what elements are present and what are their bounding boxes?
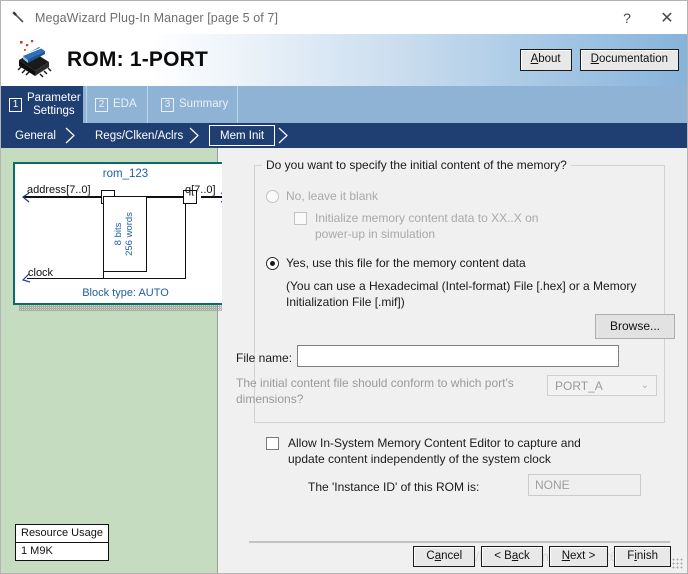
title-bar: MegaWizard Plug-In Manager [page 5 of 7]… — [1, 1, 687, 34]
step-number-2: 2 — [95, 97, 108, 112]
port-select-value: PORT_A — [555, 378, 603, 393]
header-banner: ROM: 1-PORT About Documentation — [1, 34, 687, 86]
subtab-general[interactable]: General — [5, 123, 66, 148]
resize-grip[interactable] — [672, 558, 684, 570]
chevron-separator-1-icon — [63, 123, 79, 148]
subtab-regs-clken-aclrs[interactable]: Regs/Clken/Aclrs — [85, 123, 193, 148]
header-buttons: About Documentation — [519, 49, 679, 71]
checkbox-ism-indicator[interactable] — [266, 437, 279, 450]
subtab-general-label: General — [15, 129, 56, 142]
resource-usage-value: 1 M9K — [21, 545, 53, 557]
chevron-separator-2-icon — [187, 123, 203, 148]
footer-buttons: Cancel < Back Next > Finish — [413, 546, 671, 567]
checkbox-ism-line1: Allow In-System Memory Content Editor to… — [288, 436, 581, 450]
resource-usage-box: Resource Usage 1 M9K — [15, 524, 109, 561]
file-name-label: File name: — [236, 351, 293, 365]
browse-button[interactable]: Browse... — [594, 314, 675, 339]
subtab-regs-label: Regs/Clken/Aclrs — [95, 129, 184, 142]
next-button[interactable]: Next > — [548, 546, 609, 567]
sub-tabs: General Regs/Clken/Aclrs Mem Init — [1, 123, 687, 148]
checkbox-initialize-xx-label: Initialize memory content data to XX..X … — [315, 211, 538, 242]
file-format-hint-line2: Initialization File [.mif]) — [286, 294, 405, 309]
step-number-3: 3 — [161, 97, 174, 112]
step-label-summary: Summary — [179, 98, 229, 111]
cancel-post: ncel — [441, 550, 463, 562]
finish-button[interactable]: Finish — [614, 546, 671, 567]
help-button[interactable]: ? — [607, 1, 647, 34]
window-title: MegaWizard Plug-In Manager [page 5 of 7] — [35, 10, 279, 25]
port-arrows-icon — [21, 192, 231, 283]
checkbox-initialize-xx-line2: power-up in simulation — [315, 226, 436, 241]
radio-yes-use-file[interactable]: Yes, use this file for the memory conten… — [266, 256, 526, 271]
documentation-mnemonic: D — [590, 53, 599, 66]
chevron-separator-3-icon — [276, 123, 292, 148]
back-pre: < B — [494, 550, 512, 562]
footer-divider — [249, 541, 670, 543]
checkbox-in-system-memory-editor[interactable]: Allow In-System Memory Content Editor to… — [266, 436, 581, 467]
step-number-1: 1 — [9, 97, 22, 112]
checkbox-initialize-xx-indicator[interactable] — [294, 212, 307, 225]
file-format-hint: (You can use a Hexadecimal (Intel-format… — [286, 279, 641, 310]
file-format-hint-line1: (You can use a Hexadecimal (Intel-format… — [286, 279, 637, 293]
file-name-input[interactable] — [297, 345, 619, 367]
about-button[interactable]: About — [519, 49, 572, 71]
step-tab-parameter-settings[interactable]: 1 Parameter Settings — [1, 86, 83, 123]
chevron-down-icon: ⌄ — [640, 380, 649, 391]
radio-no-label: No, leave it blank — [286, 189, 379, 203]
instance-id-input[interactable]: NONE — [528, 474, 641, 496]
about-label: bout — [538, 53, 561, 66]
checkbox-ism-line2: update content independently of the syst… — [288, 451, 551, 466]
main-content: Do you want to specify the initial conte… — [222, 148, 687, 573]
documentation-button[interactable]: Documentation — [579, 49, 679, 71]
step-tab-eda[interactable]: 2 EDA — [86, 86, 148, 123]
port-question-line1: The initial content file should conform … — [236, 376, 514, 390]
finish-post: nish — [636, 550, 658, 562]
checkbox-initialize-xx[interactable]: Initialize memory content data to XX..X … — [294, 211, 538, 242]
radio-no-leave-blank[interactable]: No, leave it blank — [266, 189, 378, 204]
chip-wand-logo — [11, 38, 57, 82]
step-tab-summary[interactable]: 3 Summary — [153, 86, 238, 123]
page-title: ROM: 1-PORT — [67, 48, 209, 71]
step-label-eda: EDA — [113, 98, 137, 111]
groupbox-title: Do you want to specify the initial conte… — [262, 158, 571, 172]
port-dimensions-question: The initial content file should conform … — [236, 376, 516, 407]
window-controls: ? ✕ — [607, 1, 687, 34]
megawizard-window: MegaWizard Plug-In Manager [page 5 of 7]… — [0, 0, 688, 574]
next-mnemonic: N — [561, 550, 571, 562]
radio-no-indicator[interactable] — [266, 190, 279, 203]
cancel-pre: C — [426, 550, 435, 562]
back-button[interactable]: < Back — [481, 546, 543, 567]
radio-yes-indicator[interactable] — [266, 257, 279, 270]
next-post: ext > — [570, 550, 596, 562]
back-post: ck — [518, 550, 530, 562]
instance-id-label: The 'Instance ID' of this ROM is: — [308, 480, 480, 494]
step-1-line2: Settings — [33, 104, 75, 117]
subtab-mem-init[interactable]: Mem Init — [209, 125, 276, 146]
documentation-label: ocumentation — [598, 53, 668, 66]
block-diagram: rom_123 8 bits 256 words address[7..0] q… — [13, 162, 238, 305]
checkbox-ism-label: Allow In-System Memory Content Editor to… — [288, 436, 581, 467]
wand-icon — [11, 10, 27, 26]
port-select[interactable]: PORT_A ⌄ — [547, 375, 657, 396]
radio-yes-label: Yes, use this file for the memory conten… — [286, 256, 526, 270]
resource-usage-header: Resource Usage — [16, 525, 108, 543]
cancel-button[interactable]: Cancel — [413, 546, 476, 567]
port-question-line2: dimensions? — [236, 391, 304, 406]
checkbox-initialize-xx-line1: Initialize memory content data to XX..X … — [315, 211, 539, 225]
step-1-line1: Parameter — [27, 92, 81, 105]
subtab-mem-init-label: Mem Init — [220, 129, 265, 142]
close-icon[interactable]: ✕ — [647, 1, 687, 34]
step-tabs: 1 Parameter Settings 2 EDA 3 Summary — [1, 86, 687, 123]
step-label-parameter-settings: Parameter Settings — [27, 92, 81, 116]
